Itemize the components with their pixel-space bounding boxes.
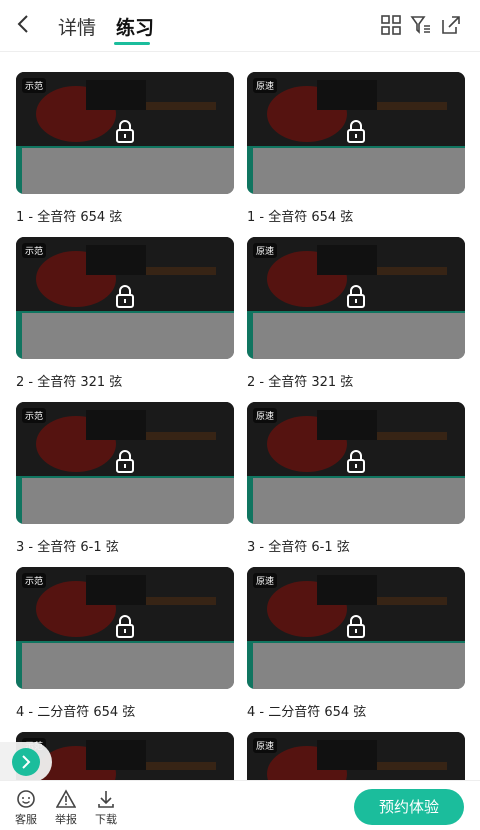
card-title: 2 - 全音符 321 弦: [247, 375, 354, 390]
card-title: 1 - 全音符 654 弦: [16, 210, 123, 225]
practice-card[interactable]: 原速 2 - 全音符 321 弦: [247, 237, 465, 390]
practice-card[interactable]: 原速 1 - 全音符 654 弦: [247, 72, 465, 225]
practice-card[interactable]: 示范 4 - 二分音符 654 弦: [16, 567, 234, 720]
practice-card[interactable]: 示范 2 - 全音符 321 弦: [16, 237, 234, 390]
lock-icon: [347, 615, 365, 638]
video-thumbnail[interactable]: 原速: [247, 567, 465, 689]
tab-details[interactable]: 详情: [58, 13, 96, 40]
customer-service-button[interactable]: 客服: [6, 789, 46, 827]
mode-tag: 示范: [22, 573, 47, 588]
mode-tag: 示范: [22, 408, 47, 423]
video-thumbnail[interactable]: 原速: [247, 732, 465, 780]
video-thumbnail[interactable]: 原速: [247, 237, 465, 359]
lock-icon: [116, 120, 134, 143]
filter-icon[interactable]: [410, 14, 432, 36]
active-tab-indicator: [114, 42, 150, 45]
card-title: 4 - 二分音符 654 弦: [247, 705, 367, 720]
mode-tag: 原速: [253, 78, 278, 93]
video-thumbnail[interactable]: 示范: [16, 237, 234, 359]
mode-tag: 原速: [253, 408, 278, 423]
card-title: 2 - 全音符 321 弦: [16, 375, 123, 390]
lock-icon: [116, 615, 134, 638]
download-button[interactable]: 下载: [86, 789, 126, 827]
practice-card[interactable]: 原速 3 - 全音符 6-1 弦: [247, 402, 465, 555]
lock-icon: [347, 120, 365, 143]
floating-expand-button[interactable]: [0, 742, 52, 782]
practice-card[interactable]: 示范 1 - 全音符 654 弦: [16, 72, 234, 225]
video-thumbnail[interactable]: 示范: [16, 72, 234, 194]
share-icon[interactable]: [440, 14, 462, 36]
video-thumbnail[interactable]: 示范: [16, 402, 234, 524]
report-button[interactable]: 举报: [46, 789, 86, 827]
video-thumbnail[interactable]: 原速: [247, 72, 465, 194]
service-label: 客服: [15, 813, 37, 826]
lock-icon: [347, 285, 365, 308]
practice-card[interactable]: 原速: [247, 732, 465, 780]
card-title: 4 - 二分音符 654 弦: [16, 705, 136, 720]
bottom-bar: 客服 举报 下载 预约体验: [0, 780, 480, 830]
service-icon: [17, 790, 35, 808]
warning-icon: [56, 789, 76, 808]
tab-practice[interactable]: 练习: [116, 13, 154, 40]
book-trial-button[interactable]: 预约体验: [354, 789, 464, 825]
back-icon[interactable]: [12, 12, 36, 36]
lock-icon: [116, 450, 134, 473]
practice-card[interactable]: 原速 4 - 二分音符 654 弦: [247, 567, 465, 720]
top-bar: 详情 练习: [0, 0, 480, 52]
card-title: 3 - 全音符 6-1 弦: [247, 540, 350, 555]
download-icon: [98, 791, 114, 808]
mode-tag: 原速: [253, 243, 278, 258]
practice-card[interactable]: 示范 3 - 全音符 6-1 弦: [16, 402, 234, 555]
card-title: 1 - 全音符 654 弦: [247, 210, 354, 225]
video-thumbnail[interactable]: 示范: [16, 567, 234, 689]
mode-tag: 原速: [253, 573, 278, 588]
download-label: 下载: [95, 813, 117, 826]
lock-icon: [347, 450, 365, 473]
grid-icon[interactable]: [380, 14, 402, 36]
mode-tag: 示范: [22, 243, 47, 258]
report-label: 举报: [55, 813, 77, 826]
chevron-right-icon: [22, 755, 31, 769]
lock-icon: [116, 285, 134, 308]
mode-tag: 原速: [253, 738, 278, 753]
card-title: 3 - 全音符 6-1 弦: [16, 540, 119, 555]
mode-tag: 示范: [22, 78, 47, 93]
video-thumbnail[interactable]: 原速: [247, 402, 465, 524]
